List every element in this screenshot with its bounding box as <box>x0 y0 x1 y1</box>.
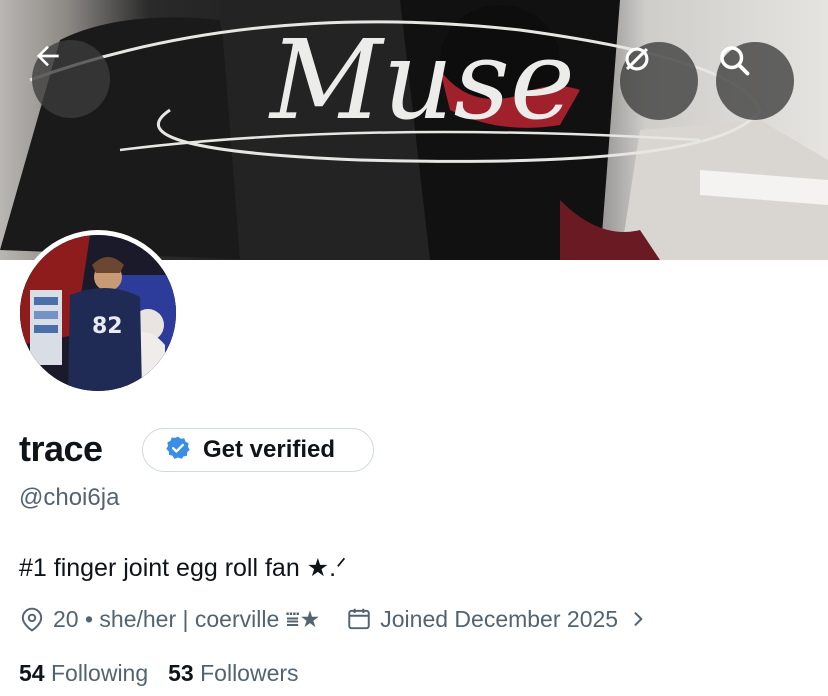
profile-meta: 20 • she/her | coerville ⩸★ Joined Decem… <box>19 602 648 636</box>
joined-date: Joined December 2025 <box>380 605 619 632</box>
location-pin-icon <box>19 606 45 632</box>
jersey-number: 82 <box>92 314 123 339</box>
calendar-icon <box>346 606 372 632</box>
profile-banner[interactable]: Muse <box>0 0 828 260</box>
followers-count: 53 <box>168 660 194 686</box>
following-link[interactable]: 54 Following <box>19 660 148 687</box>
profile-location: 20 • she/her | coerville ⩸★ <box>53 605 321 632</box>
following-label: Following <box>50 660 149 686</box>
search-button[interactable] <box>716 42 794 120</box>
get-verified-label: Get verified <box>203 436 336 463</box>
back-button[interactable] <box>32 40 110 118</box>
following-count: 54 <box>19 660 45 686</box>
external-link-button[interactable] <box>620 42 698 120</box>
banner-artwork: Muse <box>0 0 828 260</box>
get-verified-button[interactable]: Get verified <box>142 428 374 472</box>
display-name: trace <box>19 428 103 469</box>
followers-link[interactable]: 53 Followers <box>168 660 298 687</box>
profile-bio: #1 finger joint egg roll fan ★.ᐟ <box>19 554 347 582</box>
followers-label: Followers <box>200 660 299 686</box>
follow-stats: 54 Following 53 Followers <box>19 660 319 687</box>
joined-date-link[interactable]: Joined December 2025 <box>346 606 648 633</box>
chevron-right-icon <box>628 609 648 629</box>
user-handle: @choi6ja <box>19 484 120 511</box>
avatar[interactable]: 82 <box>15 230 181 396</box>
verified-badge-icon <box>165 435 191 466</box>
banner-script-text: Muse <box>268 16 575 144</box>
avatar-photo: 82 <box>20 235 176 391</box>
